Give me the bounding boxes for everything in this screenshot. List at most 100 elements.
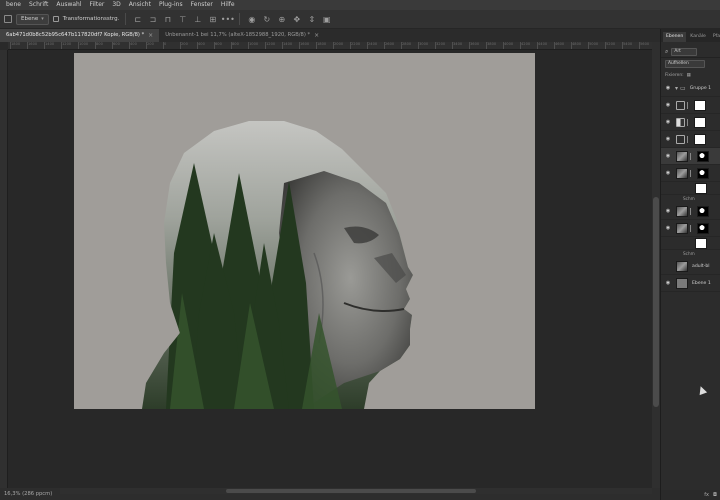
- filter-mask-thumbnail[interactable]: [695, 237, 707, 249]
- layer-curves-adjustment[interactable]: ◉: [661, 131, 720, 148]
- link-icon[interactable]: [690, 224, 693, 232]
- eye-icon[interactable]: ◉: [664, 84, 672, 92]
- layer-thumbnail[interactable]: [676, 205, 688, 217]
- vertical-scrollbar[interactable]: [652, 42, 660, 488]
- layer-smart-filter[interactable]: [661, 182, 720, 195]
- vertical-ruler[interactable]: [0, 50, 8, 488]
- horizontal-ruler[interactable]: 1800 1600 1400 1200 1000 800 600 400 200 0 200 400 6…: [8, 42, 652, 50]
- layer-levels-adjustment[interactable]: ◉: [661, 97, 720, 114]
- menu-fenster[interactable]: Fenster: [187, 0, 217, 10]
- layer-mask-thumbnail[interactable]: [697, 222, 709, 234]
- 3d-scale-icon[interactable]: ▣: [321, 14, 332, 25]
- layer-photo-masked-3[interactable]: ◉: [661, 203, 720, 220]
- layer-group-1[interactable]: ◉ ▾ ▭ Gruppe 1: [661, 80, 720, 97]
- align-top-icon[interactable]: ⊤: [177, 14, 188, 25]
- layer-mask-thumbnail[interactable]: [697, 167, 709, 179]
- align-right-icon[interactable]: ⊓: [162, 14, 173, 25]
- ruler-number: 3400: [453, 42, 463, 46]
- horizontal-scroll-thumb[interactable]: [226, 489, 476, 493]
- menu-3d[interactable]: 3D: [108, 0, 124, 10]
- layer-photo-masked[interactable]: ◉: [661, 148, 720, 165]
- menu-ansicht[interactable]: Ansicht: [125, 0, 155, 10]
- tab-paths[interactable]: Pfade: [710, 32, 720, 42]
- layer-mask-thumbnail[interactable]: [697, 150, 709, 162]
- link-icon[interactable]: [690, 169, 693, 177]
- align-left-icon[interactable]: ⊏: [132, 14, 143, 25]
- move-tool-icon[interactable]: [4, 15, 12, 23]
- layer-ebene-1[interactable]: ◉ Ebene 1: [661, 275, 720, 292]
- 3d-pan-icon[interactable]: ✥: [291, 14, 302, 25]
- link-icon[interactable]: [690, 207, 693, 215]
- layer-filter-dropdown[interactable]: Art: [671, 47, 698, 56]
- options-bar: Ebene ▾ Transformationsstrg. ⊏ ⊐ ⊓ ⊤ ⊥ ⊞…: [0, 10, 720, 29]
- eye-icon[interactable]: ◉: [664, 135, 672, 143]
- eye-icon[interactable]: ◉: [664, 152, 672, 160]
- smart-filter-label[interactable]: Schm: [683, 195, 720, 203]
- auto-select-dropdown[interactable]: Ebene ▾: [16, 13, 49, 25]
- eye-icon[interactable]: ◉: [664, 169, 672, 177]
- eye-icon[interactable]: ◉: [664, 101, 672, 109]
- layer-thumbnail[interactable]: [676, 277, 688, 289]
- align-center-icon[interactable]: ⊐: [147, 14, 158, 25]
- menu-filter[interactable]: Filter: [86, 0, 109, 10]
- layer-smart-filter-2[interactable]: [661, 237, 720, 250]
- layer-photo-masked-4[interactable]: ◉: [661, 220, 720, 237]
- menu-plugins[interactable]: Plug-ins: [155, 0, 187, 10]
- smart-filter-label[interactable]: Schm: [683, 250, 720, 258]
- tab-document-2[interactable]: Unbenannt-1 bei 11,7% (alteX-1852988_192…: [159, 29, 325, 42]
- lock-transparency-icon[interactable]: ▦: [687, 73, 691, 78]
- layer-photo-masked-2[interactable]: ◉: [661, 165, 720, 182]
- blend-mode-row: Aufhellen: [661, 58, 720, 70]
- vertical-scroll-thumb[interactable]: [653, 197, 659, 407]
- link-icon[interactable]: [687, 118, 690, 126]
- tab-layers[interactable]: Ebenen: [663, 32, 687, 42]
- horizontal-scrollbar[interactable]: [60, 488, 652, 494]
- close-icon[interactable]: ×: [314, 29, 319, 42]
- layer-thumbnail[interactable]: [676, 150, 688, 162]
- zoom-level[interactable]: 16,3% (286 ppcm): [0, 491, 56, 497]
- filter-mask-thumbnail[interactable]: [695, 182, 707, 194]
- eye-icon[interactable]: ◉: [664, 279, 672, 287]
- 3d-roll-icon[interactable]: ⊕: [276, 14, 287, 25]
- document-canvas[interactable]: [74, 53, 535, 409]
- fx-icon[interactable]: fx: [704, 492, 709, 498]
- ruler-number: 3000: [419, 42, 429, 46]
- layer-mask-thumbnail[interactable]: [694, 99, 706, 111]
- menu-auswahl[interactable]: Auswahl: [52, 0, 85, 10]
- link-icon[interactable]: [690, 152, 693, 160]
- layer-thumbnail[interactable]: [676, 167, 688, 179]
- tab-channels[interactable]: Kanäle: [687, 32, 709, 42]
- 3d-mode-icon[interactable]: ◉: [246, 14, 257, 25]
- 3d-rotate-icon[interactable]: ↻: [261, 14, 272, 25]
- layer-mask-thumbnail[interactable]: [694, 116, 706, 128]
- ruler-number: 1200: [62, 42, 72, 46]
- eye-icon[interactable]: ◉: [664, 207, 672, 215]
- link-icon[interactable]: [687, 135, 690, 143]
- align-bottom-icon[interactable]: ⊞: [207, 14, 218, 25]
- menu-schrift[interactable]: Schrift: [25, 0, 52, 10]
- ruler-number: 1000: [249, 42, 259, 46]
- eye-icon[interactable]: ◉: [664, 118, 672, 126]
- layer-thumbnail[interactable]: [676, 222, 688, 234]
- link-icon[interactable]: [687, 101, 690, 109]
- more-options-icon[interactable]: •••: [221, 14, 235, 25]
- 3d-slide-icon[interactable]: ⇕: [306, 14, 317, 25]
- layer-bw-adjustment[interactable]: ◉: [661, 114, 720, 131]
- transform-controls-checkbox[interactable]: [52, 16, 59, 22]
- blend-mode-dropdown[interactable]: Aufhellen: [665, 60, 705, 68]
- ruler-corner[interactable]: [0, 42, 8, 50]
- ruler-number: 1000: [79, 42, 89, 46]
- layer-adult-photo[interactable]: adult-bl: [661, 258, 720, 275]
- align-middle-icon[interactable]: ⊥: [192, 14, 203, 25]
- menu-hilfe[interactable]: Hilfe: [217, 0, 239, 10]
- layer-filter-row: ⌕ Art: [661, 46, 720, 58]
- tab-document-1[interactable]: 6ab471d0b8c52b95c647b117820df7 Kopie, RG…: [0, 29, 160, 42]
- chevron-down-icon[interactable]: ▾: [675, 85, 678, 92]
- add-mask-icon[interactable]: ◘: [713, 492, 717, 498]
- close-icon[interactable]: ×: [148, 29, 153, 42]
- layer-mask-thumbnail[interactable]: [697, 205, 709, 217]
- layer-mask-thumbnail[interactable]: [694, 133, 706, 145]
- menu-ebene[interactable]: bene: [2, 0, 25, 10]
- eye-icon[interactable]: ◉: [664, 224, 672, 232]
- layer-thumbnail[interactable]: [676, 260, 688, 272]
